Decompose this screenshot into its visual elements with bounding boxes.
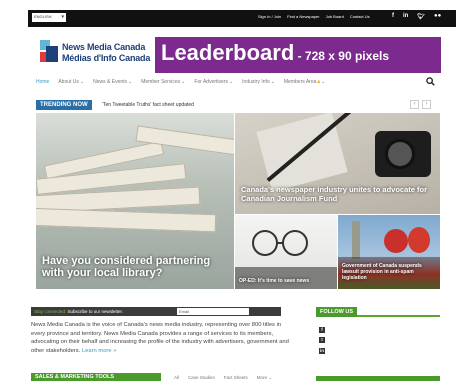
nav-item-industry-info[interactable]: Industry Info ⌄ bbox=[242, 79, 275, 85]
about-text: News Media Canada is the voice of Canada… bbox=[31, 321, 293, 355]
social-links: f in 🐦︎ ●● bbox=[392, 13, 441, 20]
nav-label: Member Services bbox=[141, 79, 181, 85]
nav-label: Industry Info bbox=[242, 79, 270, 85]
linkedin-icon[interactable]: in bbox=[319, 348, 325, 354]
hero-tile-op-ed[interactable]: OP-ED: It's time to save news bbox=[235, 215, 337, 289]
newsletter-text: Stay connected. Subscribe to our newslet… bbox=[34, 309, 123, 314]
filter-all[interactable]: All bbox=[174, 375, 179, 381]
trending-headline[interactable]: 'Ten Tweetable Truths' fact sheet update… bbox=[102, 102, 194, 108]
hero-tile-caption: Have you considered partnering with your… bbox=[42, 255, 211, 279]
filter-fact-sheets[interactable]: Fact Sheets bbox=[224, 375, 248, 381]
chevron-down-icon: ⌄ bbox=[321, 79, 326, 85]
hero-tile-library[interactable]: Have you considered partnering with your… bbox=[36, 113, 234, 289]
chevron-right-icon[interactable]: › bbox=[422, 100, 431, 109]
camera-lens-image bbox=[385, 139, 415, 169]
page: ENGLISH ▾ Sign In / Join Find a Newspape… bbox=[0, 0, 456, 381]
twitter-icon[interactable]: t bbox=[319, 337, 325, 343]
contact-us-link[interactable]: Contact Us bbox=[350, 14, 370, 19]
nav-item-member-services[interactable]: Member Services ⌄ bbox=[141, 79, 185, 85]
nav-item-about-us[interactable]: About Us ⌄ bbox=[58, 79, 84, 85]
logo-name-en: News Media Canada bbox=[62, 42, 146, 52]
trending-bar: TRENDING NOW 'Ten Tweetable Truths' fact… bbox=[36, 100, 436, 110]
main-nav: Home About Us ⌄ News & Events ⌄ Member Ser… bbox=[36, 79, 325, 85]
chevron-down-icon: ⌄ bbox=[128, 79, 133, 85]
facebook-icon[interactable]: f bbox=[319, 327, 325, 333]
hero-tile-anti-spam[interactable]: Government of Canada suspends lawsuit pr… bbox=[338, 215, 440, 289]
about-body: News Media Canada is the voice of Canada… bbox=[31, 322, 289, 354]
leaderboard-title: Leaderboard bbox=[161, 40, 295, 65]
newsletter-lead: Stay connected. bbox=[34, 309, 67, 314]
tower-image bbox=[352, 221, 360, 259]
sales-filters: All Case Studies Fact Sheets More ⌄ bbox=[174, 375, 272, 381]
chevron-down-icon: ⌄ bbox=[79, 79, 85, 85]
hero-tile-journalism-fund[interactable]: Canada's newspaper industry unites to ad… bbox=[235, 113, 440, 214]
learn-more-link[interactable]: Learn more » bbox=[82, 348, 116, 354]
nav-label: Members Area bbox=[283, 79, 317, 85]
top-links: Sign In / Join Find a Newspaper Job Boar… bbox=[258, 14, 370, 19]
sign-in-link[interactable]: Sign In / Join bbox=[258, 14, 281, 19]
newsletter-email-input[interactable]: Email bbox=[177, 308, 249, 315]
hero-tile-caption: Canada's newspaper industry unites to ad… bbox=[241, 185, 427, 203]
newspaper-stack-image bbox=[36, 207, 217, 233]
nav-label: Home bbox=[36, 79, 50, 85]
top-utility-bar: ENGLISH ▾ Sign In / Join Find a Newspape… bbox=[28, 10, 456, 27]
follow-us-section: FOLLOW US bbox=[316, 307, 440, 317]
twitter-icon[interactable]: 🐦︎ bbox=[417, 13, 425, 20]
chevron-down-icon: ⌄ bbox=[270, 79, 275, 85]
tulip-image bbox=[384, 229, 408, 253]
nav-label: News & Events bbox=[93, 79, 128, 85]
hero-tile-caption: OP-ED: It's time to save news bbox=[239, 278, 310, 284]
newsletter-label: Subscribe to our newsletter. bbox=[66, 309, 124, 314]
logo-name-fr: Médias d'Info Canada bbox=[62, 53, 151, 63]
newsletter-bar: Stay connected. Subscribe to our newslet… bbox=[31, 307, 281, 316]
sales-marketing-label: SALES & MARKETING TOOLS bbox=[31, 373, 161, 381]
chevron-down-icon: ⌄ bbox=[181, 79, 186, 85]
chevron-down-icon: ⌄ bbox=[268, 375, 273, 380]
nav-item-news-events[interactable]: News & Events ⌄ bbox=[93, 79, 132, 85]
job-board-link[interactable]: Job Board bbox=[326, 14, 344, 19]
hero-tile-caption: Government of Canada suspends lawsuit pr… bbox=[342, 263, 422, 281]
filter-more-label: More bbox=[256, 375, 268, 380]
nav-label: For Advertisers bbox=[194, 79, 228, 85]
leaderboard-ad[interactable]: Leaderboard - 728 x 90 pixels bbox=[155, 37, 441, 73]
sidebar-section-header bbox=[316, 376, 440, 381]
leaderboard-size: - 728 x 90 pixels bbox=[294, 49, 389, 63]
find-newspaper-link[interactable]: Find a Newspaper bbox=[287, 14, 319, 19]
chevron-down-icon: ⌄ bbox=[228, 79, 234, 85]
glasses-image bbox=[252, 230, 308, 256]
filter-case-studies[interactable]: Case Studies bbox=[188, 375, 215, 381]
chevron-down-icon: ▾ bbox=[61, 14, 64, 20]
facebook-icon[interactable]: f bbox=[392, 13, 394, 20]
trending-label: TRENDING NOW bbox=[36, 100, 92, 110]
linkedin-icon[interactable]: in bbox=[403, 13, 408, 20]
site-logo[interactable]: News Media Canada Médias d'Info Canada bbox=[38, 36, 158, 68]
follow-us-label: FOLLOW US bbox=[316, 307, 357, 317]
flickr-icon[interactable]: ●● bbox=[434, 13, 441, 20]
language-select[interactable]: ENGLISH ▾ bbox=[32, 13, 66, 22]
search-icon[interactable] bbox=[426, 77, 435, 86]
chevron-left-icon[interactable]: ‹ bbox=[410, 100, 419, 109]
nav-item-for-advertisers[interactable]: For Advertisers ⌄ bbox=[194, 79, 233, 85]
nav-item-members-area[interactable]: Members Area 🔒︎ ⌄ bbox=[284, 79, 325, 85]
logo-mark-icon bbox=[40, 40, 58, 62]
filter-more[interactable]: More ⌄ bbox=[257, 375, 272, 381]
lock-icon: 🔒︎ bbox=[317, 79, 321, 85]
language-select-value: ENGLISH bbox=[34, 14, 52, 19]
nav-item-home[interactable]: Home bbox=[36, 79, 49, 85]
nav-label: About Us bbox=[58, 79, 79, 85]
tulip-image bbox=[408, 227, 430, 253]
